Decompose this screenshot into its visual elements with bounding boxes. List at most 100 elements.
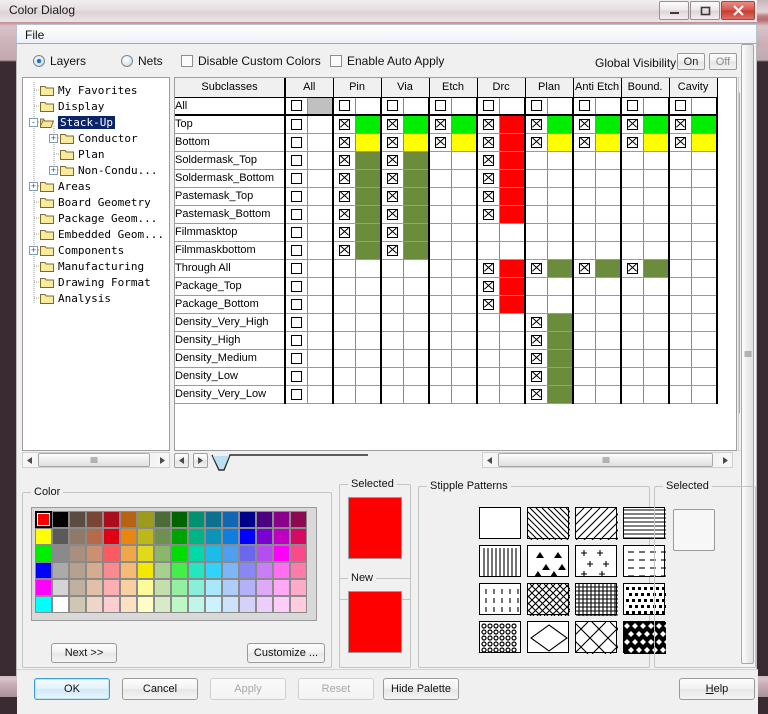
cell-color-swatch[interactable] <box>355 277 381 295</box>
cell-checkbox[interactable] <box>669 187 691 205</box>
stipple-circles[interactable] <box>479 621 521 653</box>
cell-color-swatch[interactable] <box>403 223 429 241</box>
cell-color-swatch[interactable] <box>499 97 525 115</box>
cell-checkbox[interactable] <box>285 295 307 313</box>
table-row[interactable]: All <box>175 97 717 115</box>
cell-checkbox[interactable] <box>381 205 403 223</box>
minimize-button[interactable] <box>659 1 689 20</box>
tree-item-drawing-format[interactable]: Drawing Format <box>29 274 151 290</box>
tree-horizontal-scrollbar[interactable] <box>22 452 170 468</box>
cell-checkbox[interactable] <box>669 259 691 277</box>
cell-checkbox[interactable] <box>429 97 451 115</box>
palette-swatch[interactable] <box>273 528 290 545</box>
cell-color-swatch[interactable] <box>403 295 429 313</box>
cell-checkbox[interactable] <box>621 331 643 349</box>
cell-checkbox[interactable] <box>477 349 499 367</box>
palette-swatch[interactable] <box>120 562 137 579</box>
cell-color-swatch[interactable] <box>499 133 525 151</box>
stipple-diagonal-lines-wide[interactable] <box>575 507 617 539</box>
cell-checkbox[interactable] <box>573 97 595 115</box>
cell-color-swatch[interactable] <box>691 331 717 349</box>
cell-checkbox[interactable] <box>477 115 499 133</box>
palette-swatch[interactable] <box>69 511 86 528</box>
palette-swatch[interactable] <box>69 596 86 613</box>
cell-color-swatch[interactable] <box>403 151 429 169</box>
cell-checkbox[interactable] <box>573 115 595 133</box>
table-row[interactable]: Pastemask_Bottom <box>175 205 717 223</box>
cell-checkbox[interactable] <box>429 187 451 205</box>
cell-color-swatch[interactable] <box>595 151 621 169</box>
column-header-anti-etch[interactable]: Anti Etch <box>573 78 621 97</box>
palette-swatch[interactable] <box>52 596 69 613</box>
palette-swatch[interactable] <box>35 511 52 528</box>
cell-color-swatch[interactable] <box>547 223 573 241</box>
cell-color-swatch[interactable] <box>403 313 429 331</box>
cell-checkbox[interactable] <box>573 133 595 151</box>
table-scroll-right-arrow-icon[interactable] <box>719 453 732 467</box>
cell-color-swatch[interactable] <box>691 115 717 133</box>
palette-swatch[interactable] <box>171 562 188 579</box>
cell-color-swatch[interactable] <box>643 97 669 115</box>
palette-swatch[interactable] <box>239 545 256 562</box>
cell-color-swatch[interactable] <box>547 151 573 169</box>
stipple-short-dashes[interactable] <box>479 583 521 615</box>
tree-item-manufacturing[interactable]: Manufacturing <box>29 258 144 274</box>
cell-checkbox[interactable] <box>285 223 307 241</box>
cell-color-swatch[interactable] <box>547 115 573 133</box>
palette-swatch[interactable] <box>273 579 290 596</box>
cell-color-swatch[interactable] <box>403 187 429 205</box>
cell-checkbox[interactable] <box>429 169 451 187</box>
palette-swatch[interactable] <box>188 562 205 579</box>
palette-swatch[interactable] <box>35 545 52 562</box>
cell-checkbox[interactable] <box>525 169 547 187</box>
cell-color-swatch[interactable] <box>403 277 429 295</box>
palette-swatch[interactable] <box>205 545 222 562</box>
cell-color-swatch[interactable] <box>499 295 525 313</box>
cell-color-swatch[interactable] <box>403 385 429 403</box>
cell-checkbox[interactable] <box>285 241 307 259</box>
cell-color-swatch[interactable] <box>595 133 621 151</box>
cell-checkbox[interactable] <box>477 367 499 385</box>
cell-color-swatch[interactable] <box>595 331 621 349</box>
cell-color-swatch[interactable] <box>595 169 621 187</box>
palette-swatch[interactable] <box>273 596 290 613</box>
expand-icon[interactable]: + <box>49 166 58 175</box>
cell-color-swatch[interactable] <box>355 169 381 187</box>
cell-checkbox[interactable] <box>525 349 547 367</box>
cell-checkbox[interactable] <box>333 241 355 259</box>
cell-checkbox[interactable] <box>381 187 403 205</box>
cell-color-swatch[interactable] <box>595 115 621 133</box>
cell-color-swatch[interactable] <box>547 331 573 349</box>
cell-checkbox[interactable] <box>333 223 355 241</box>
cell-color-swatch[interactable] <box>307 223 333 241</box>
cell-checkbox[interactable] <box>429 133 451 151</box>
cell-checkbox[interactable] <box>573 169 595 187</box>
cell-color-swatch[interactable] <box>643 187 669 205</box>
cell-color-swatch[interactable] <box>691 205 717 223</box>
column-header-plan[interactable]: Plan <box>525 78 573 97</box>
cell-color-swatch[interactable] <box>355 115 381 133</box>
cell-checkbox[interactable] <box>573 151 595 169</box>
cell-checkbox[interactable] <box>477 277 499 295</box>
table-row[interactable]: Through All <box>175 259 717 277</box>
palette-swatch[interactable] <box>222 562 239 579</box>
palette-swatch[interactable] <box>103 528 120 545</box>
palette-swatch[interactable] <box>290 545 307 562</box>
layers-tree[interactable]: My FavoritesDisplay-Stack-Up+ConductorPl… <box>22 77 170 451</box>
cell-color-swatch[interactable] <box>451 295 477 313</box>
maximize-button[interactable] <box>690 1 720 20</box>
tree-item-embedded-geom[interactable]: Embedded Geom... <box>29 226 164 242</box>
tree-item-my-favorites[interactable]: My Favorites <box>29 82 137 98</box>
radio-nets[interactable]: Nets <box>121 54 163 68</box>
palette-swatch[interactable] <box>137 511 154 528</box>
cell-color-swatch[interactable] <box>691 313 717 331</box>
cell-color-swatch[interactable] <box>691 241 717 259</box>
cell-color-swatch[interactable] <box>307 385 333 403</box>
cell-color-swatch[interactable] <box>643 241 669 259</box>
cell-color-swatch[interactable] <box>451 133 477 151</box>
cell-checkbox[interactable] <box>477 187 499 205</box>
cell-color-swatch[interactable] <box>547 133 573 151</box>
cell-checkbox[interactable] <box>621 385 643 403</box>
palette-swatch[interactable] <box>86 562 103 579</box>
sheet-prev-button[interactable] <box>174 453 189 468</box>
